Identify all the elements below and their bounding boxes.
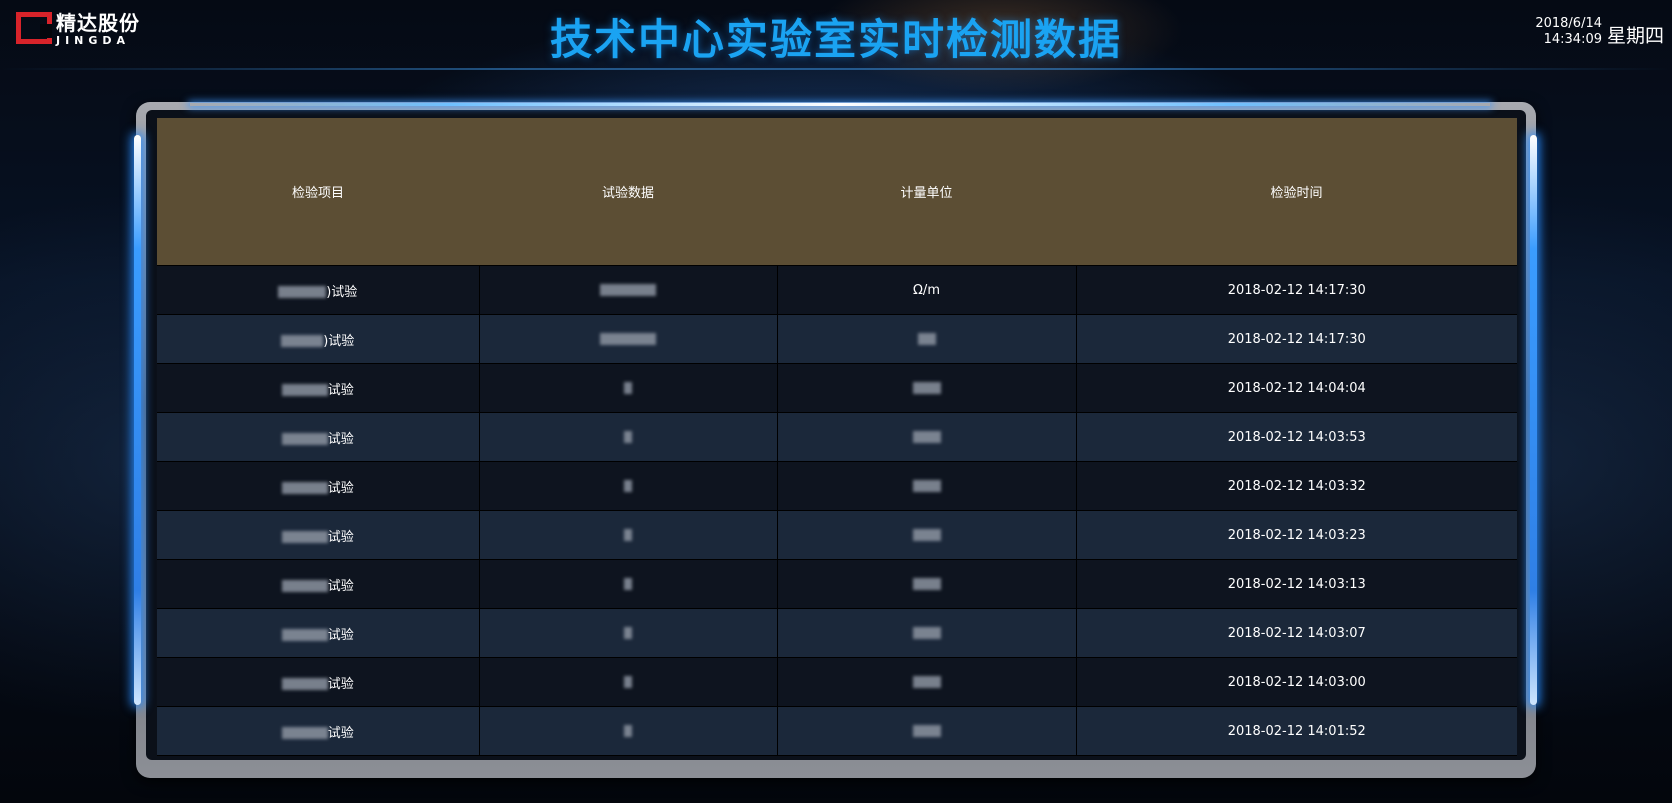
cell-item: 试验 (157, 461, 480, 511)
cell-unit (777, 314, 1077, 364)
cell-data (479, 265, 778, 315)
cell-item-suffix: 试验 (327, 382, 354, 398)
dashboard-screen: 精达股份 JINGDA 技术中心实验室实时检测数据 2018/6/14 14:3… (0, 0, 1672, 803)
cell-data (479, 363, 778, 413)
cell-item: 试验 (157, 657, 480, 707)
clock-date: 2018/6/14 (1535, 16, 1602, 31)
cell-item: )试验 (157, 314, 480, 364)
cell-data (479, 559, 778, 609)
clock-time: 14:34:09 (1543, 32, 1602, 47)
cell-item: )试验 (157, 265, 480, 315)
cell-time: 2018-02-12 14:03:00 (1076, 657, 1517, 707)
column-header-data: 试验数据 (479, 118, 777, 266)
cell-item: 试验 (157, 510, 480, 560)
cell-time: 2018-02-12 14:03:07 (1076, 608, 1517, 658)
table-header-row: 检验项目 试验数据 计量单位 检验时间 (157, 118, 1517, 266)
cell-data (479, 608, 778, 658)
frame-glow-top (190, 103, 1490, 106)
table-row: 试验 2018-02-12 14:03:07 (157, 608, 1517, 658)
clock: 2018/6/14 14:34:09 (1535, 16, 1602, 48)
cell-item: 试验 (157, 412, 480, 462)
cell-unit: Ω/m (777, 265, 1077, 315)
table-row: 试验 2018-02-12 14:03:53 (157, 412, 1517, 462)
cell-time: 2018-02-12 14:03:13 (1076, 559, 1517, 609)
cell-unit (777, 461, 1077, 511)
cell-time: 2018-02-12 14:17:30 (1076, 314, 1517, 364)
cell-time: 2018-02-12 14:01:52 (1076, 706, 1517, 756)
cell-unit (777, 657, 1077, 707)
data-table-container: 检验项目 试验数据 计量单位 检验时间 )试验 Ω/m 2018-02-12 1… (157, 118, 1517, 756)
frame-glow-right (1530, 135, 1537, 705)
clock-weekday: 星期四 (1606, 25, 1664, 47)
cell-time: 2018-02-12 14:04:04 (1076, 363, 1517, 413)
cell-item-suffix: 试验 (327, 725, 354, 741)
cell-time: 2018-02-12 14:03:32 (1076, 461, 1517, 511)
table-row: 试验 2018-02-12 14:03:13 (157, 559, 1517, 609)
cell-item: 试验 (157, 363, 480, 413)
cell-data (479, 657, 778, 707)
cell-item-suffix: 试验 (327, 676, 354, 692)
table-row: 试验 2018-02-12 14:03:23 (157, 510, 1517, 560)
cell-unit (777, 559, 1077, 609)
cell-time: 2018-02-12 14:17:30 (1076, 265, 1517, 315)
cell-item: 试验 (157, 559, 480, 609)
table-row: 试验 2018-02-12 14:01:52 (157, 706, 1517, 756)
page-title: 技术中心实验室实时检测数据 (549, 15, 1122, 64)
cell-item-suffix: 试验 (327, 480, 354, 496)
cell-data (479, 510, 778, 560)
cell-time: 2018-02-12 14:03:23 (1076, 510, 1517, 560)
frame-glow-left (134, 135, 141, 705)
cell-data (479, 461, 778, 511)
cell-item-suffix: 试验 (327, 431, 354, 447)
table-row: 试验 2018-02-12 14:04:04 (157, 363, 1517, 413)
cell-item-suffix: 试验 (327, 578, 354, 594)
table-row: 试验 2018-02-12 14:03:00 (157, 657, 1517, 707)
cell-data (479, 314, 778, 364)
cell-unit (777, 510, 1077, 560)
table-row: )试验 Ω/m 2018-02-12 14:17:30 (157, 265, 1517, 315)
cell-time: 2018-02-12 14:03:53 (1076, 412, 1517, 462)
cell-unit (777, 608, 1077, 658)
inspection-data-table: 检验项目 试验数据 计量单位 检验时间 )试验 Ω/m 2018-02-12 1… (157, 118, 1517, 756)
cell-item: 试验 (157, 706, 480, 756)
cell-unit (777, 706, 1077, 756)
header-divider (0, 68, 1672, 70)
cell-item: 试验 (157, 608, 480, 658)
column-header-item: 检验项目 (157, 118, 479, 266)
column-header-time: 检验时间 (1076, 118, 1517, 266)
cell-item-suffix: )试验 (323, 333, 355, 349)
cell-item-suffix: 试验 (327, 627, 354, 643)
table-row: 试验 2018-02-12 14:03:32 (157, 461, 1517, 511)
cell-unit-text: Ω/m (913, 282, 940, 298)
table-row: )试验 2018-02-12 14:17:30 (157, 314, 1517, 364)
cell-item-suffix: )试验 (326, 284, 358, 300)
cell-data (479, 706, 778, 756)
cell-data (479, 412, 778, 462)
column-header-unit: 计量单位 (777, 118, 1076, 266)
cell-unit (777, 363, 1077, 413)
cell-item-suffix: 试验 (327, 529, 354, 545)
cell-unit (777, 412, 1077, 462)
